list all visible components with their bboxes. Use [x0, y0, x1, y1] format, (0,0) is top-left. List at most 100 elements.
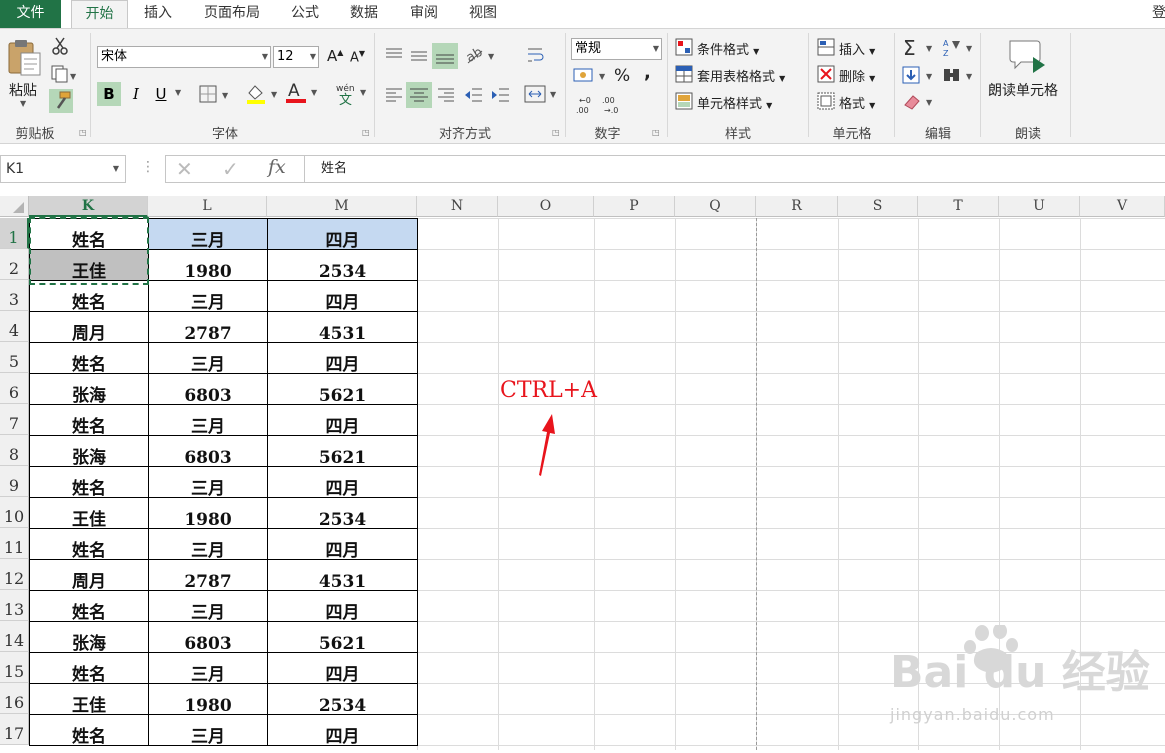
- table-cell[interactable]: 三月: [148, 590, 268, 622]
- table-cell[interactable]: 5621: [267, 435, 418, 467]
- insert-cells-button[interactable]: 插入 ▼: [839, 39, 875, 58]
- format-cells-button[interactable]: 格式 ▼: [839, 93, 875, 112]
- table-cell[interactable]: 四月: [267, 528, 418, 560]
- comma-style-button[interactable]: ,: [644, 62, 651, 83]
- clear-icon[interactable]: ▼: [902, 91, 936, 117]
- column-header-q[interactable]: Q: [675, 196, 756, 217]
- row-header-8[interactable]: 8: [0, 435, 29, 466]
- enter-icon[interactable]: ✓: [222, 157, 239, 181]
- table-cell[interactable]: 王佳: [29, 683, 149, 715]
- merge-center-icon[interactable]: ▼: [524, 83, 560, 109]
- column-header-m[interactable]: M: [267, 196, 417, 217]
- table-cell[interactable]: 四月: [267, 466, 418, 498]
- paste-button[interactable]: 粘贴: [9, 80, 37, 100]
- table-cell[interactable]: 四月: [267, 714, 418, 746]
- column-header-s[interactable]: S: [838, 196, 918, 217]
- find-select-icon[interactable]: ▼: [942, 65, 976, 91]
- delete-cells-icon[interactable]: [817, 65, 835, 87]
- table-cell[interactable]: 姓名: [29, 652, 149, 684]
- wrap-text-icon[interactable]: [526, 45, 546, 69]
- column-header-u[interactable]: U: [999, 196, 1080, 217]
- table-cell[interactable]: 张海: [29, 373, 149, 405]
- fill-icon[interactable]: ▼: [902, 65, 936, 91]
- underline-button[interactable]: U: [152, 82, 170, 106]
- tab-view[interactable]: 视图: [462, 0, 504, 28]
- row-header-12[interactable]: 12: [0, 559, 29, 590]
- table-cell[interactable]: 2534: [267, 249, 418, 281]
- tab-insert[interactable]: 插入: [137, 0, 179, 28]
- increase-indent-icon[interactable]: [490, 85, 510, 109]
- row-header-4[interactable]: 4: [0, 311, 29, 342]
- delete-cells-button[interactable]: 删除 ▼: [839, 66, 875, 85]
- format-as-table-button[interactable]: 套用表格格式 ▼: [697, 66, 785, 85]
- table-cell[interactable]: 1980: [148, 497, 268, 529]
- formula-input[interactable]: 姓名: [304, 155, 1165, 183]
- table-cell[interactable]: 张海: [29, 621, 149, 653]
- row-header-16[interactable]: 16: [0, 683, 29, 714]
- format-cells-icon[interactable]: [817, 92, 835, 114]
- conditional-format-button[interactable]: 条件格式 ▼: [697, 39, 759, 58]
- table-cell[interactable]: 姓名: [29, 466, 149, 498]
- italic-button[interactable]: I: [128, 82, 144, 106]
- row-header-6[interactable]: 6: [0, 373, 29, 404]
- align-top-icon[interactable]: [384, 45, 404, 69]
- table-cell[interactable]: 四月: [267, 280, 418, 312]
- align-bottom-icon[interactable]: [432, 43, 458, 69]
- table-cell[interactable]: 6803: [148, 373, 268, 405]
- align-middle-icon[interactable]: [409, 45, 429, 69]
- column-header-k[interactable]: K: [29, 196, 148, 217]
- column-header-p[interactable]: P: [594, 196, 675, 217]
- table-cell[interactable]: 三月: [148, 280, 268, 312]
- increase-decimal-icon[interactable]: ←0.00: [575, 94, 597, 120]
- alignment-launcher-icon[interactable]: ◳: [552, 128, 560, 137]
- row-header-15[interactable]: 15: [0, 652, 29, 683]
- table-cell[interactable]: 三月: [148, 466, 268, 498]
- row-header-3[interactable]: 3: [0, 280, 29, 311]
- underline-dropdown-icon[interactable]: ▼: [175, 88, 181, 97]
- tab-file[interactable]: 文件: [0, 0, 61, 28]
- name-box[interactable]: K1 ▼: [0, 155, 126, 183]
- cell-styles-icon[interactable]: [675, 92, 693, 114]
- table-cell[interactable]: 王佳: [29, 497, 149, 529]
- number-launcher-icon[interactable]: ◳: [652, 128, 660, 137]
- cut-icon[interactable]: [51, 37, 69, 59]
- select-all-button[interactable]: [0, 196, 29, 217]
- insert-function-icon[interactable]: fx: [268, 156, 286, 178]
- conditional-format-icon[interactable]: [675, 38, 693, 60]
- table-cell[interactable]: 姓名: [29, 528, 149, 560]
- decrease-font-icon[interactable]: A▼: [350, 49, 365, 65]
- row-header-7[interactable]: 7: [0, 404, 29, 435]
- sign-in-link[interactable]: 登: [1152, 0, 1165, 28]
- row-header-10[interactable]: 10: [0, 497, 29, 528]
- table-cell[interactable]: 姓名: [29, 590, 149, 622]
- number-format-select[interactable]: 常规 ▼: [571, 38, 662, 60]
- tab-review[interactable]: 审阅: [403, 0, 445, 28]
- format-as-table-icon[interactable]: [675, 65, 693, 87]
- table-cell[interactable]: 2787: [148, 311, 268, 343]
- fill-color-icon[interactable]: ▼: [245, 83, 281, 109]
- paste-icon[interactable]: [6, 37, 44, 81]
- table-cell[interactable]: 1980: [148, 683, 268, 715]
- font-color-icon[interactable]: A ▼: [285, 81, 321, 109]
- table-cell[interactable]: 三月: [148, 342, 268, 374]
- row-header-13[interactable]: 13: [0, 590, 29, 621]
- sort-filter-icon[interactable]: A Z ▼: [942, 37, 976, 63]
- clipboard-launcher-icon[interactable]: ◳: [79, 128, 87, 137]
- table-cell[interactable]: 姓名: [29, 342, 149, 374]
- column-header-o[interactable]: O: [498, 196, 594, 217]
- table-cell[interactable]: 2534: [267, 683, 418, 715]
- read-cells-button[interactable]: 朗读单元格: [988, 80, 1058, 100]
- column-header-n[interactable]: N: [417, 196, 498, 217]
- table-cell[interactable]: 张海: [29, 435, 149, 467]
- table-cell[interactable]: 四月: [267, 404, 418, 436]
- tab-data[interactable]: 数据: [343, 0, 385, 28]
- font-launcher-icon[interactable]: ◳: [362, 128, 370, 137]
- increase-font-icon[interactable]: A▲: [327, 47, 343, 65]
- format-painter-icon[interactable]: [49, 89, 73, 117]
- table-cell[interactable]: 三月: [148, 528, 268, 560]
- table-cell[interactable]: 四月: [267, 652, 418, 684]
- tab-formulas[interactable]: 公式: [284, 0, 326, 28]
- cell-styles-button[interactable]: 单元格样式 ▼: [697, 93, 772, 112]
- align-left-icon[interactable]: [384, 85, 404, 109]
- row-header-1[interactable]: 1: [0, 218, 29, 249]
